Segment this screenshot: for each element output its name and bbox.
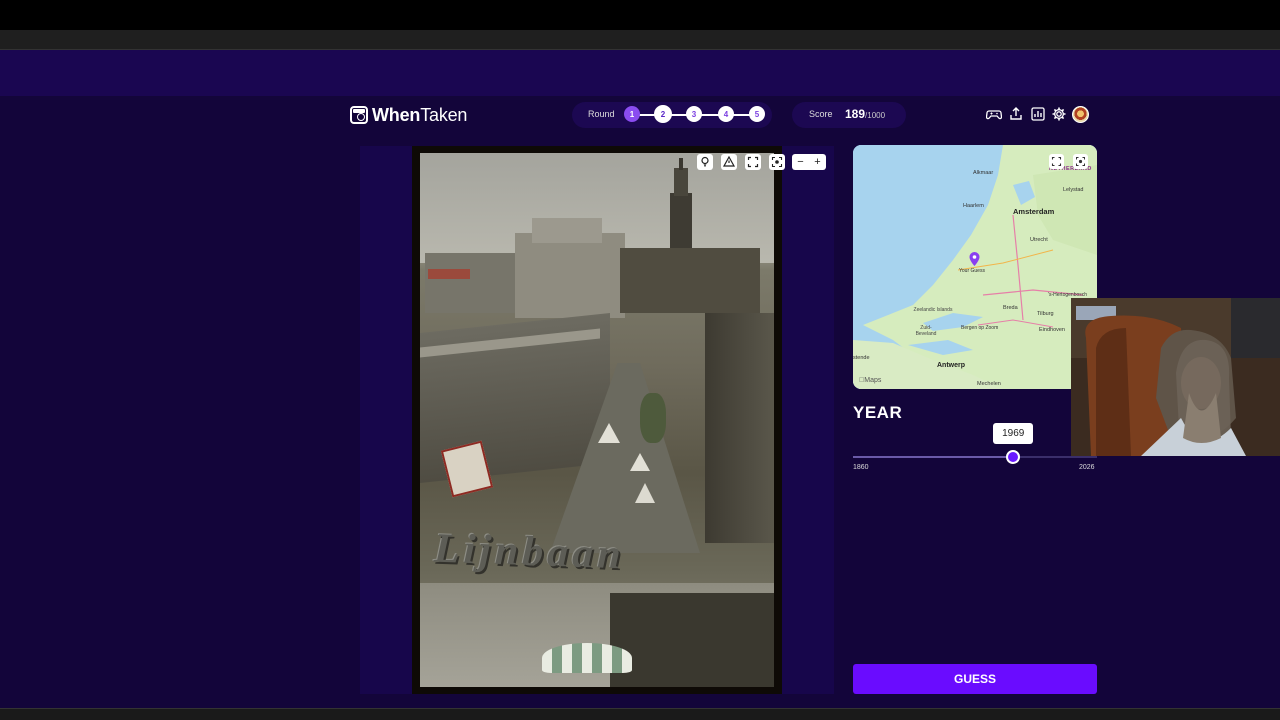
photo-trees (640, 393, 666, 443)
os-bottom-bar (0, 708, 1280, 720)
round-step-2: 2 (654, 105, 672, 123)
map-label-bergen: Bergen op Zoom (961, 325, 999, 331)
logo-icon (350, 106, 368, 124)
score-value: 189/1000 (845, 107, 885, 121)
report-warning-icon[interactable] (721, 154, 737, 170)
round-step-3: 3 (686, 106, 702, 122)
score-max: /1000 (865, 111, 886, 120)
map-label-zeelandic: Zeelandic Islands (913, 307, 953, 313)
map-label-breda: Breda (1003, 305, 1018, 311)
photo-building-center (515, 233, 625, 318)
photo-building-left (425, 253, 515, 313)
map-label-mechelen: Mechelen (977, 381, 1001, 387)
zoom-in-button[interactable]: + (809, 154, 826, 170)
year-max-label: 2026 (1079, 464, 1095, 471)
zoom-out-button[interactable]: − (792, 154, 809, 170)
avatar[interactable] (1072, 106, 1089, 123)
year-slider-fill (853, 456, 1014, 458)
map-attribution-text: Maps (859, 377, 881, 384)
os-top-bar (0, 0, 1280, 30)
stats-icon[interactable] (1030, 106, 1046, 122)
gamepad-icon[interactable] (985, 106, 1003, 122)
photo-umbrella (542, 643, 632, 673)
focus-icon[interactable] (769, 154, 785, 170)
map-label-ostende: stende (853, 355, 870, 361)
hint-bulb-icon[interactable] (697, 154, 713, 170)
map-label-lelystad: Lelystad (1063, 187, 1084, 193)
photo-tower-top (674, 168, 688, 196)
map-label-antwerp: Antwerp (937, 362, 965, 369)
logo-text-bold: When (372, 104, 421, 125)
round-label: Round (588, 109, 615, 119)
map-label-alkmaar: Alkmaar (973, 170, 994, 176)
map-canvas[interactable] (853, 145, 1097, 389)
logo-text: WhenTaken (372, 105, 467, 126)
year-value-tooltip: 1969 (993, 423, 1034, 444)
photo-town-hall (620, 248, 760, 313)
map-locate-icon[interactable] (1073, 154, 1088, 169)
browser-bar (0, 30, 1280, 50)
map-label-eindhoven: Eindhoven (1039, 327, 1065, 333)
score-number: 189 (845, 107, 866, 121)
map-label-haarlem: Haarlem (963, 203, 984, 209)
map-label-zuid-beveland: Zuid-Beveland (915, 325, 937, 337)
photo-building-right (705, 313, 774, 543)
guess-button[interactable]: GUESS (853, 664, 1097, 694)
logo[interactable]: WhenTaken (350, 104, 467, 126)
historical-photo[interactable]: Lijnbaan (420, 153, 774, 687)
map-label-tilburg: Tilburg (1037, 311, 1054, 317)
zoom-controls: − + (792, 154, 826, 170)
map-attribution: Maps (859, 377, 881, 384)
map-label-utrecht: Utrecht (1030, 237, 1048, 243)
round-step-5: 5 (749, 106, 765, 122)
map-label-your-guess: Your Guess (959, 268, 985, 274)
round-step-1: 1 (624, 106, 640, 122)
webcam-overlay (1071, 298, 1280, 456)
map-expand-icon[interactable] (1049, 154, 1064, 169)
round-step-4: 4 (718, 106, 734, 122)
logo-text-thin: Taken (420, 104, 468, 125)
photo-tower-spire (679, 158, 683, 170)
guess-map[interactable]: Alkmaar Amsterdam Lelystad Haarlem Utrec… (853, 145, 1097, 389)
year-min-label: 1860 (853, 464, 869, 471)
share-icon[interactable] (1008, 106, 1024, 122)
photo-tower (670, 193, 692, 253)
map-label-amsterdam: Amsterdam (1013, 207, 1055, 216)
fullscreen-icon[interactable] (745, 154, 761, 170)
guess-pin-icon[interactable] (969, 252, 980, 266)
score-label: Score (809, 109, 833, 119)
header-band (0, 50, 1280, 96)
photo-building-top (532, 218, 602, 243)
photo-shadow (610, 593, 774, 687)
photo-building-sign (428, 269, 470, 279)
photo-sign-text: Lijnbaan (433, 525, 626, 579)
year-label: YEAR (853, 403, 903, 422)
settings-icon[interactable] (1051, 106, 1067, 122)
